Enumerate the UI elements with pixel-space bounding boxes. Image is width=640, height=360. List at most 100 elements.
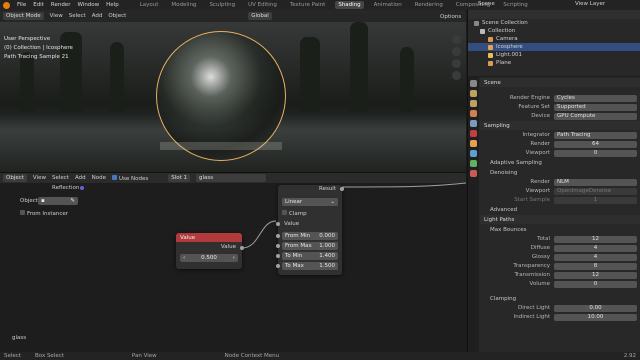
menu-help[interactable]: Help (106, 2, 119, 8)
outliner-item-camera[interactable]: Camera (468, 35, 640, 43)
properties-panel[interactable]: Scene Render Engine Cycles Feature Set Sup… (467, 77, 640, 352)
viewport-options-button[interactable]: Options (440, 14, 461, 20)
bounce-field[interactable]: 0 (554, 280, 637, 288)
integrator-row: Integrator Path Tracing (480, 131, 640, 139)
render-tab-icon[interactable] (470, 90, 477, 97)
denoising-section[interactable]: Denoising (480, 168, 640, 177)
3d-viewport[interactable]: Object Mode View Select Add Object Globa… (0, 10, 466, 172)
bounce-row-diffuse: Diffuse 4 (480, 244, 640, 252)
grid-icon[interactable] (452, 71, 461, 80)
material-tab-icon[interactable] (470, 170, 477, 177)
bounce-field[interactable]: 12 (554, 235, 637, 243)
tab-uv-editing[interactable]: UV Editing (245, 1, 280, 9)
vp-menu-add[interactable]: Add (92, 13, 103, 19)
bounce-field[interactable]: 12 (554, 271, 637, 279)
tool-tab-icon[interactable] (470, 80, 477, 87)
render-engine-dropdown[interactable]: Cycles (554, 94, 637, 102)
tab-shading[interactable]: Shading (335, 1, 364, 9)
render-engine-row: Render Engine Cycles (480, 94, 640, 102)
hand-pan-icon[interactable] (452, 47, 461, 56)
tab-layout[interactable]: Layout (137, 1, 162, 9)
zoom-icon[interactable] (452, 35, 461, 44)
outliner-item-icosphere[interactable]: Icosphere (468, 43, 640, 51)
sampling-section[interactable]: Sampling (480, 121, 640, 130)
scene-selector[interactable]: Scene (478, 1, 495, 7)
scene-tab-icon[interactable] (470, 120, 477, 127)
integrator-dropdown[interactable]: Path Tracing (554, 131, 637, 139)
viewport-samples-field[interactable]: 0 (554, 149, 637, 157)
vp-menu-select[interactable]: Select (69, 13, 86, 19)
properties-content: Scene Render Engine Cycles Feature Set Sup… (480, 77, 640, 322)
collection-icon (480, 28, 485, 34)
options-label: Options (440, 14, 462, 20)
device-dropdown[interactable]: GPU Compute (554, 112, 637, 120)
particles-tab-icon[interactable] (470, 160, 477, 167)
bounce-label: Transmission (514, 272, 550, 278)
indirect-light-label: Indirect Light (513, 314, 550, 320)
bounce-label: Volume (529, 281, 550, 287)
render-engine-label: Render Engine (509, 95, 550, 101)
tree-silhouette (20, 52, 34, 112)
object-tab-icon[interactable] (470, 140, 477, 147)
modifier-tab-icon[interactable] (470, 150, 477, 157)
adaptive-sampling-section[interactable]: Adaptive Sampling (480, 158, 640, 167)
status-pan-view: Pan View (131, 353, 157, 359)
advanced-section[interactable]: Advanced (480, 205, 640, 214)
material-name-label: glass (12, 335, 27, 341)
advanced-label: Advanced (490, 206, 518, 213)
denoise-render-dropdown[interactable]: NLM (554, 178, 637, 186)
bounce-label: Total (537, 236, 550, 242)
camera-view-icon[interactable] (452, 59, 461, 68)
direct-light-label: Direct Light (518, 305, 550, 311)
vp-menu-object[interactable]: Object (108, 13, 126, 19)
outliner-panel[interactable]: Scene Collection Collection Camera Icosp… (467, 10, 640, 76)
menu-render[interactable]: Render (51, 2, 71, 8)
output-tab-icon[interactable] (470, 100, 477, 107)
tab-modeling[interactable]: Modeling (168, 1, 199, 9)
tab-sculpting[interactable]: Sculpting (206, 1, 238, 9)
bounce-field[interactable]: 8 (554, 262, 637, 270)
denoise-viewport-dropdown[interactable]: OpenImageDenoise (554, 187, 637, 195)
collection-row[interactable]: Collection (468, 27, 640, 35)
scene-collection-row[interactable]: Scene Collection (468, 19, 640, 27)
bounce-row-transmission: Transmission 12 (480, 271, 640, 279)
orientation-dropdown[interactable]: Global (248, 12, 272, 20)
bounce-label: Diffuse (530, 245, 550, 251)
world-tab-icon[interactable] (470, 130, 477, 137)
render-samples-field[interactable]: 64 (554, 140, 637, 148)
start-sample-field[interactable]: 1 (554, 196, 637, 204)
vp-menu-view[interactable]: View (50, 13, 63, 19)
tab-texture-paint[interactable]: Texture Paint (287, 1, 329, 9)
menu-window[interactable]: Window (77, 2, 99, 8)
tree-silhouette (110, 42, 124, 112)
feature-set-row: Feature Set Supported (480, 103, 640, 111)
bounce-field[interactable]: 4 (554, 253, 637, 261)
shader-node-editor[interactable]: Object View Select Add Node Use Nodes Sl… (0, 172, 466, 352)
max-bounces-section[interactable]: Max Bounces (480, 225, 640, 234)
tab-scripting[interactable]: Scripting (500, 1, 530, 9)
node-link[interactable] (241, 220, 277, 249)
light-paths-section[interactable]: Light Paths (480, 215, 640, 224)
tab-rendering[interactable]: Rendering (412, 1, 446, 9)
menu-file[interactable]: File (17, 2, 26, 8)
tab-animation[interactable]: Animation (371, 1, 405, 9)
clamping-section[interactable]: Clamping (480, 294, 640, 303)
integrator-label: Integrator (522, 132, 550, 138)
viewport-header: Object Mode View Select Add Object Globa… (0, 10, 466, 22)
bounce-field[interactable]: 4 (554, 244, 637, 252)
outliner-item-light[interactable]: Light.001 (468, 51, 640, 59)
node-link[interactable] (341, 182, 466, 188)
outliner-item-plane[interactable]: Plane (468, 59, 640, 67)
outliner-item-label: Plane (496, 60, 512, 66)
menu-edit[interactable]: Edit (33, 2, 44, 8)
outliner-item-label: Camera (496, 36, 518, 42)
object-mode-dropdown[interactable]: Object Mode (3, 12, 44, 20)
indirect-light-field[interactable]: 10.00 (554, 313, 637, 321)
status-select: Select (4, 353, 21, 359)
start-sample-row: Start Sample 1 (480, 196, 640, 204)
blender-logo-icon[interactable] (3, 1, 10, 9)
view-layer-tab-icon[interactable] (470, 110, 477, 117)
feature-set-dropdown[interactable]: Supported (554, 103, 637, 111)
view-layer-selector[interactable]: View Layer (575, 1, 605, 7)
direct-light-field[interactable]: 0.00 (554, 304, 637, 312)
